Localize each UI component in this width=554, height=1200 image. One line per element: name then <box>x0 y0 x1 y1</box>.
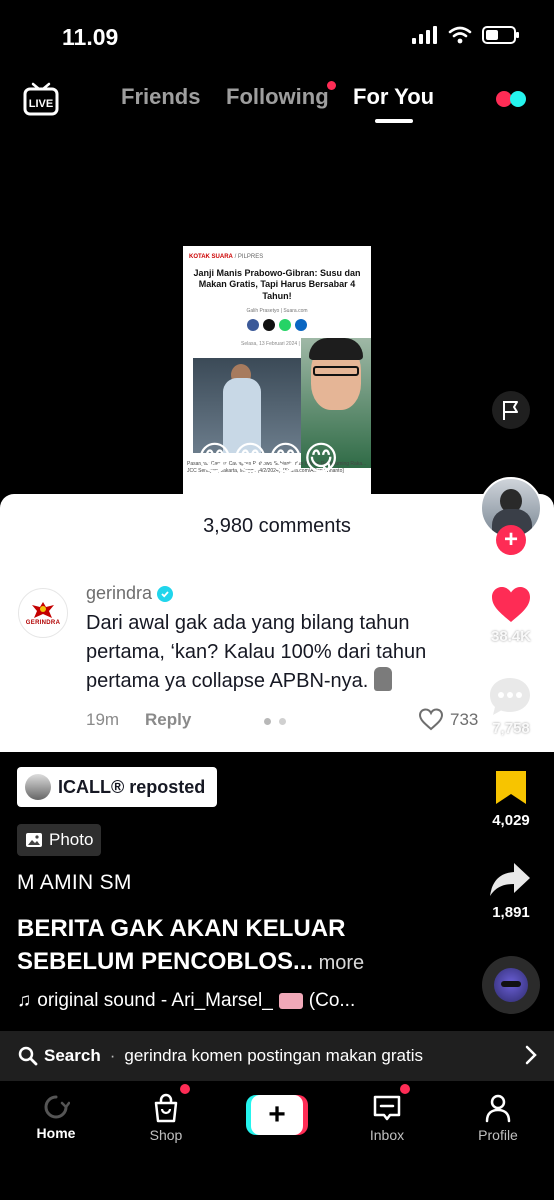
facebook-icon <box>247 318 259 331</box>
article-kicker: KOTAK SUARA / PILPRES <box>183 246 371 260</box>
search-icon <box>18 1046 38 1066</box>
profile-icon <box>485 1094 511 1123</box>
shopping-bag-icon <box>154 1093 178 1123</box>
active-tab-indicator <box>375 119 413 123</box>
like-count: 38.4K <box>490 628 532 645</box>
emoji-overlay: 😋😋😋😋 <box>197 440 339 478</box>
more-link[interactable]: more <box>313 952 365 974</box>
x-icon <box>263 318 275 331</box>
status-time: 11.09 <box>62 24 119 50</box>
report-flag-button[interactable] <box>492 391 530 429</box>
home-icon <box>44 1095 70 1119</box>
pagination-dots <box>264 718 286 725</box>
heart-outline-icon <box>418 708 444 731</box>
music-note-icon: ♫ <box>17 990 32 1011</box>
search-separator: · <box>109 1046 116 1065</box>
like-heart-icon[interactable] <box>489 582 533 626</box>
reposter-avatar <box>25 774 51 800</box>
nav-home[interactable]: Home <box>16 1093 96 1141</box>
wifi-icon <box>448 26 472 44</box>
related-search-bar[interactable]: Search · gerindra komen postingan makan … <box>0 1031 554 1081</box>
follow-plus-button[interactable]: + <box>496 525 526 555</box>
top-tabs: Friends Following For You <box>0 84 554 124</box>
comments-count-title: 3,980 comments <box>203 515 351 537</box>
nav-shop[interactable]: Shop <box>126 1093 206 1143</box>
tab-following[interactable]: Following <box>226 84 329 110</box>
username-text: gerindra <box>86 583 153 603</box>
comment-username[interactable]: gerindra <box>86 583 174 604</box>
garuda-logo-icon <box>32 602 54 618</box>
repost-badge[interactable]: ICALL® reposted <box>17 767 218 807</box>
save-count: 4,029 <box>492 812 530 829</box>
reply-button[interactable]: Reply <box>145 710 191 730</box>
sound-link[interactable]: ♫ original sound - Ari_Marsel_ (Co... <box>17 990 355 1012</box>
share-count: 1,891 <box>492 904 530 921</box>
article-author: Galih Prasetyo | Suara.com <box>246 307 308 314</box>
flag-icon <box>503 401 518 420</box>
caption-text: BERITA GAK AKAN KELUAR SEBELUM PENCOBLOS… <box>17 915 346 975</box>
bookmark-icon[interactable] <box>493 768 529 806</box>
linkedin-icon <box>295 318 307 331</box>
sound-disc[interactable] <box>482 956 540 1014</box>
avatar-brand-text: GERINDRA <box>25 620 61 626</box>
photo-label: Photo <box>49 830 94 849</box>
comments-sheet: 3,980 comments GERINDRA gerindra Dari aw… <box>0 494 554 752</box>
nav-inbox-label: Inbox <box>369 1127 405 1143</box>
cellular-signal-icon <box>412 26 437 44</box>
verified-badge-icon <box>157 585 174 602</box>
kicker-text: KOTAK SUARA <box>189 254 233 260</box>
post-caption[interactable]: BERITA GAK AKAN KELUAR SEBELUM PENCOBLOS… <box>17 912 457 980</box>
article-photo <box>193 358 303 453</box>
comment-count: 7,758 <box>492 720 530 737</box>
following-notification-dot <box>327 81 336 90</box>
plus-icon: + <box>251 1095 303 1135</box>
article-share-icons <box>183 318 371 331</box>
comment-avatar[interactable]: GERINDRA <box>18 588 68 638</box>
dual-dots-icon[interactable] <box>496 91 526 107</box>
bottom-nav: Home Shop + Inbox Profile <box>0 1083 554 1200</box>
chevron-right-icon <box>525 1045 537 1065</box>
shop-notification-dot <box>180 1084 190 1094</box>
search-label: Search <box>44 1046 101 1065</box>
photo-tag: Photo <box>17 824 102 856</box>
inbox-notification-dot <box>400 1084 410 1094</box>
image-icon <box>26 833 42 847</box>
comment-text: Dari awal gak ada yang bilang tahun pert… <box>86 609 486 696</box>
nav-profile-label: Profile <box>478 1127 518 1143</box>
comment-like-button[interactable]: 733 <box>418 708 478 731</box>
repost-label: ICALL® reposted <box>58 776 206 797</box>
comment-bubble-icon[interactable] <box>487 674 533 720</box>
moai-emoji-icon <box>373 667 392 691</box>
share-arrow-icon[interactable] <box>488 860 532 900</box>
inbox-icon <box>373 1095 401 1121</box>
battery-icon <box>482 26 519 44</box>
tab-for-you[interactable]: For You <box>353 84 434 110</box>
article-headline: Janji Manis Prabowo-Gibran: Susu dan Mak… <box>193 268 361 301</box>
whatsapp-icon <box>279 318 291 331</box>
tab-friends[interactable]: Friends <box>121 84 200 110</box>
nav-inbox[interactable]: Inbox <box>347 1093 427 1143</box>
nav-profile[interactable]: Profile <box>458 1093 538 1143</box>
sound-name: original sound - Ari_Marsel_ <box>37 990 273 1011</box>
comment-like-count: 733 <box>450 709 479 729</box>
nav-home-label: Home <box>36 1125 76 1141</box>
search-query: gerindra komen postingan makan gratis <box>124 1046 423 1065</box>
ticket-emoji-icon <box>278 993 303 1009</box>
create-plus-button[interactable]: + <box>246 1095 308 1135</box>
sound-suffix: (Co... <box>308 990 356 1011</box>
comment-time: 19m <box>86 710 120 729</box>
kicker-section: / PILPRES <box>234 254 264 260</box>
post-author[interactable]: M AMIN SM <box>17 871 132 895</box>
post-image[interactable]: KOTAK SUARA / PILPRES Janji Manis Prabow… <box>183 246 371 496</box>
status-icons <box>412 26 519 44</box>
nav-shop-label: Shop <box>149 1127 183 1143</box>
